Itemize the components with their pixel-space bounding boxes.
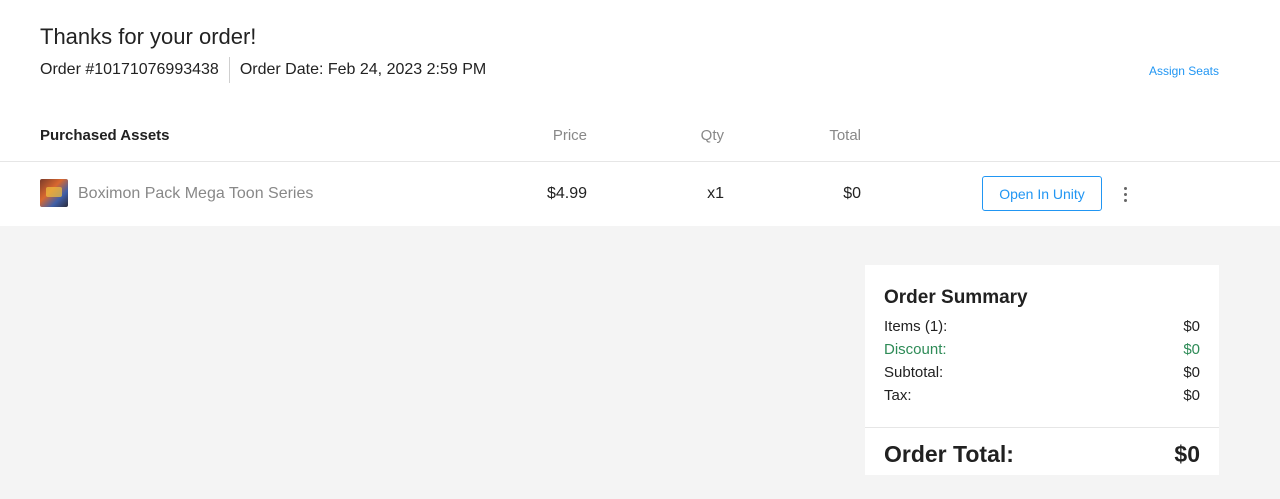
kebab-dot	[1123, 186, 1127, 190]
table-header: Purchased Assets Price Qty Total	[0, 118, 1280, 162]
kebab-menu-icon[interactable]	[1117, 184, 1133, 204]
order-total-value: $0	[1174, 441, 1200, 467]
page-title: Thanks for your order!	[40, 24, 257, 49]
asset-name-link[interactable]: Boximon Pack Mega Toon Series	[78, 185, 313, 203]
summary-tax-value: $0	[1183, 387, 1200, 404]
column-header-total: Total	[829, 127, 861, 144]
asset-qty: x1	[707, 185, 724, 202]
asset-total: $0	[843, 185, 861, 202]
kebab-dot	[1123, 198, 1127, 202]
meta-divider	[228, 57, 230, 83]
column-header-assets: Purchased Assets	[40, 127, 170, 144]
kebab-dot	[1123, 192, 1127, 196]
summary-items-value: $0	[1183, 318, 1200, 335]
summary-subtotal-row: Subtotal: $0	[884, 364, 1200, 381]
order-date: Order Date: Feb 24, 2023 2:59 PM	[239, 61, 487, 78]
order-meta: Order #10171076993438 Order Date: Feb 24…	[40, 57, 486, 83]
summary-discount-label: Discount:	[884, 341, 947, 358]
order-summary-card: Order Summary Items (1): $0 Discount: $0…	[865, 265, 1219, 475]
summary-subtotal-label: Subtotal:	[884, 364, 944, 381]
summary-discount-row: Discount: $0	[884, 341, 1200, 358]
summary-items-row: Items (1): $0	[884, 318, 1200, 335]
summary-discount-value: $0	[1183, 341, 1200, 358]
summary-tax-row: Tax: $0	[884, 387, 1200, 404]
asset-thumbnail[interactable]	[40, 179, 68, 207]
order-summary-title: Order Summary	[884, 287, 1028, 308]
summary-divider	[865, 427, 1219, 428]
summary-items-label: Items (1):	[884, 318, 948, 335]
asset-price: $4.99	[546, 185, 587, 202]
order-total-label: Order Total:	[884, 441, 1014, 467]
assign-seats-link[interactable]: Assign Seats	[1149, 64, 1219, 78]
summary-tax-label: Tax:	[884, 387, 912, 404]
order-number: Order #10171076993438	[40, 61, 219, 78]
table-row: Boximon Pack Mega Toon Series $4.99 x1 $…	[0, 162, 1280, 225]
order-total-row: Order Total: $0	[884, 441, 1200, 468]
order-header-section: Thanks for your order! Order #1017107699…	[0, 0, 1280, 226]
column-header-qty: Qty	[700, 127, 724, 144]
column-header-price: Price	[552, 127, 587, 144]
summary-subtotal-value: $0	[1183, 364, 1200, 381]
open-in-unity-button[interactable]: Open In Unity	[982, 176, 1102, 211]
